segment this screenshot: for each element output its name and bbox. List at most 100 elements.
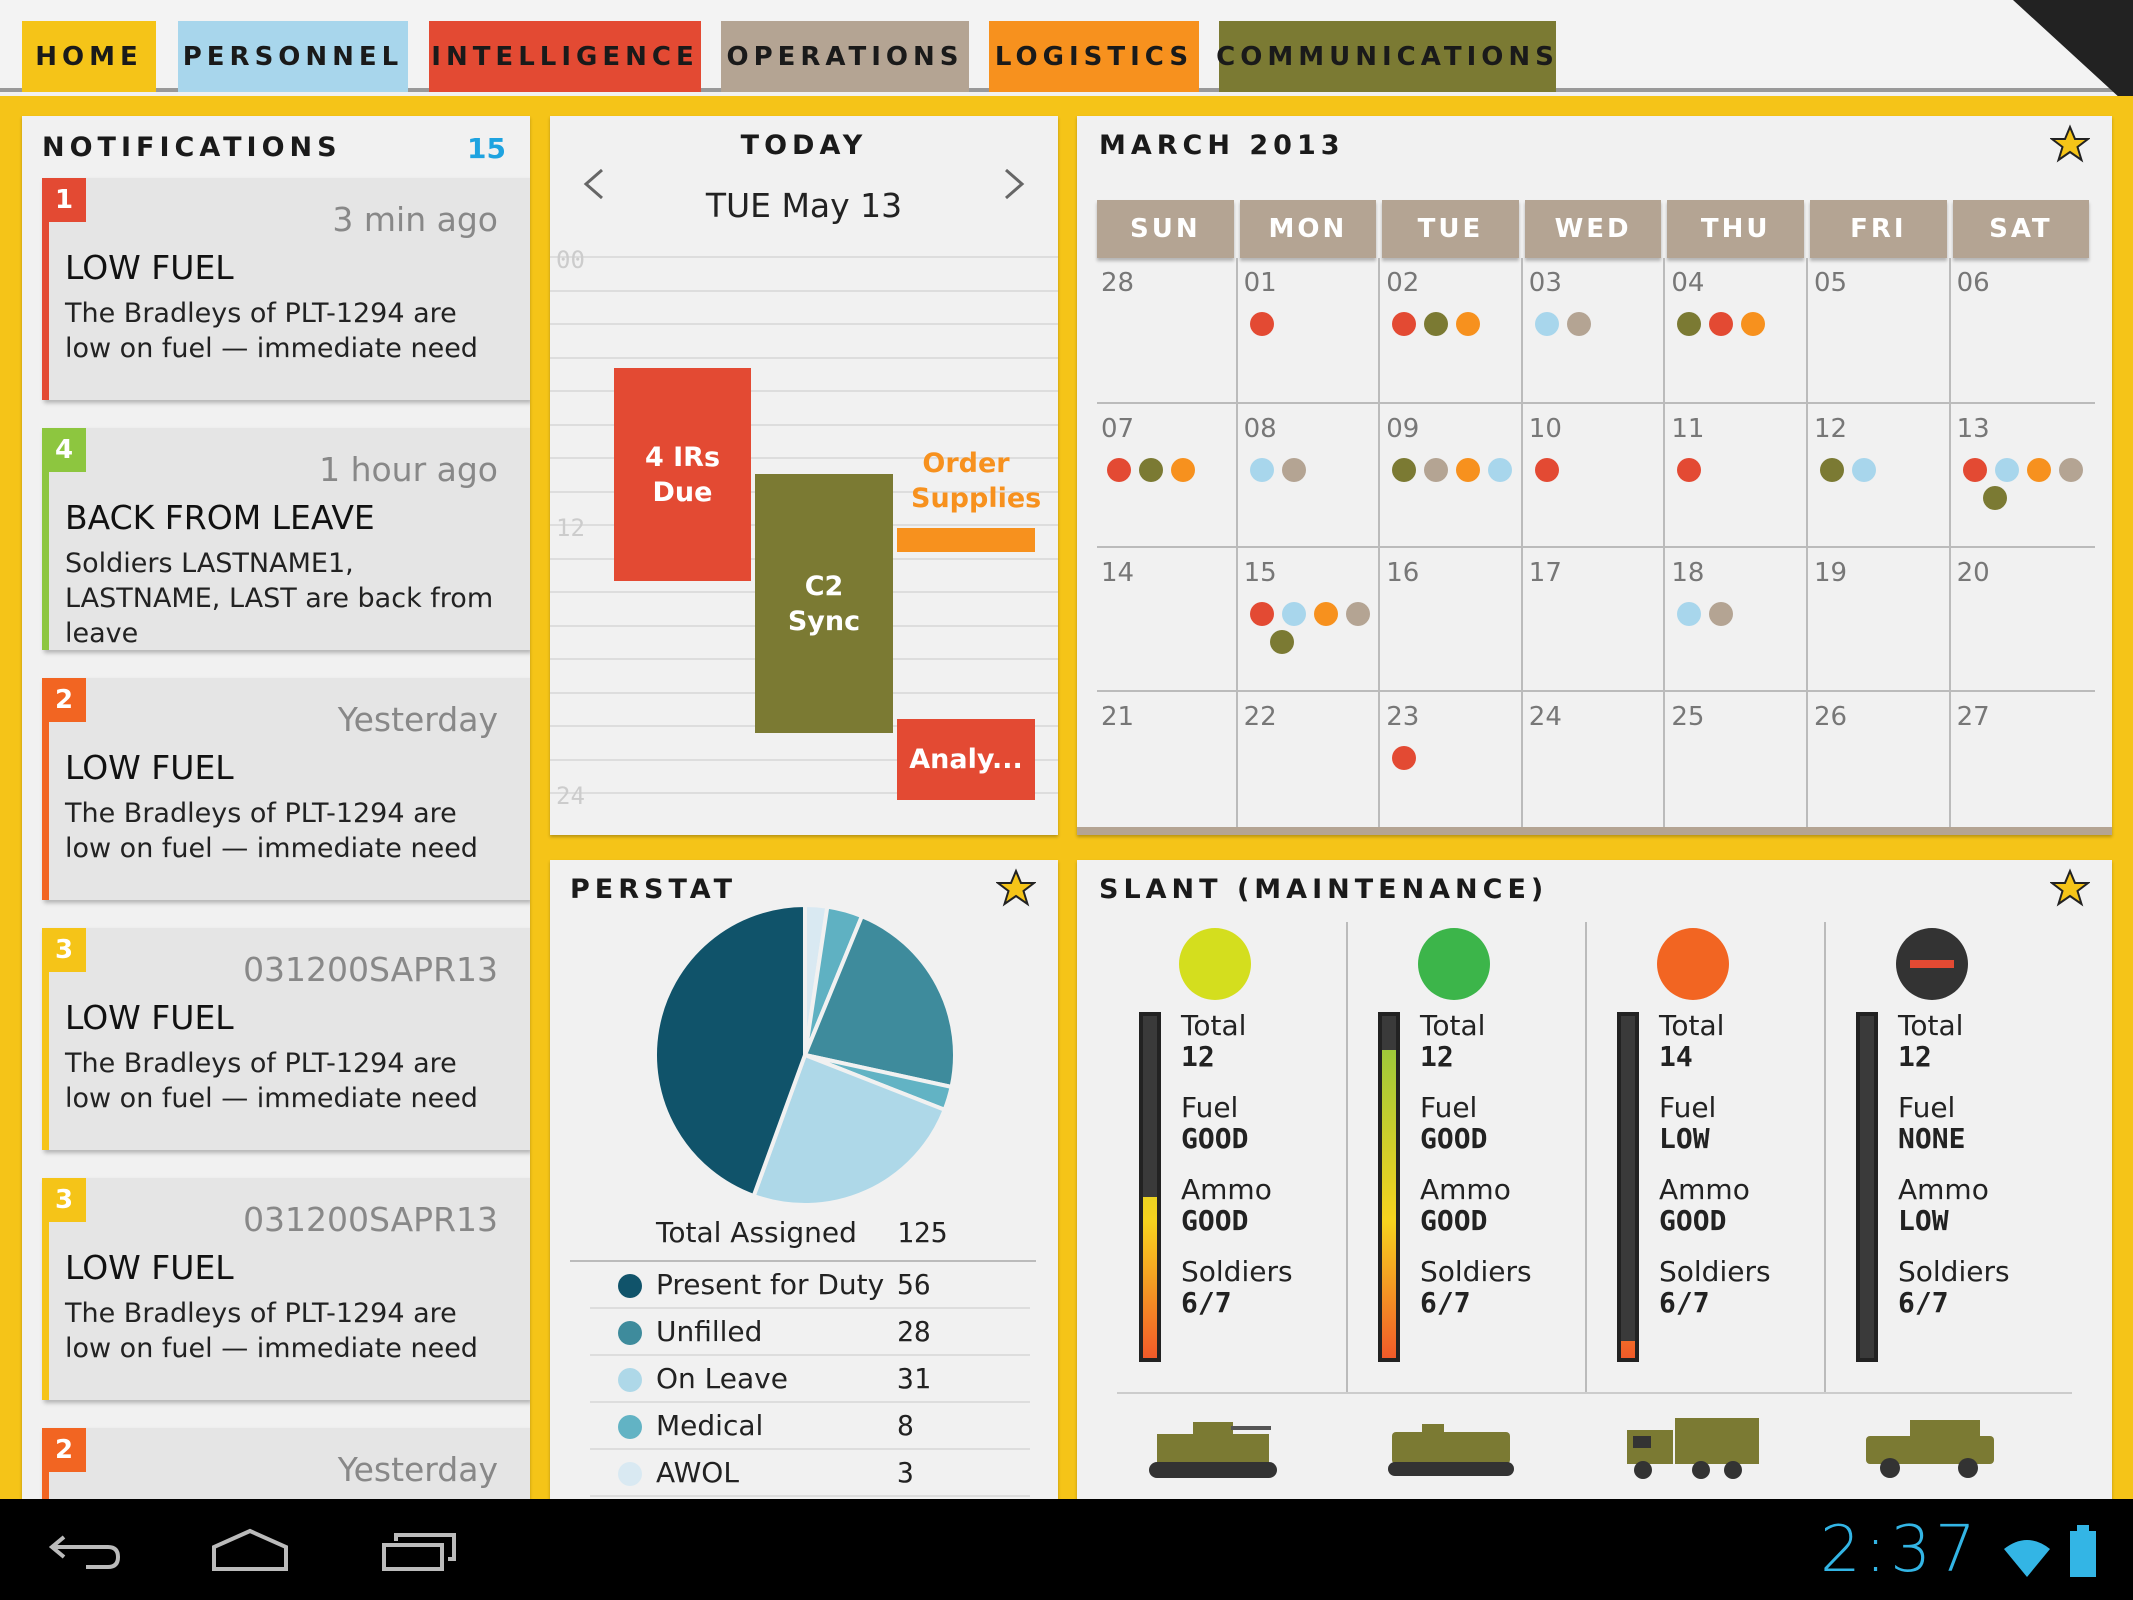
notification-card[interactable]: 2 Yesterday (42, 1428, 530, 1506)
event-4-irs-due[interactable]: 4 IRs Due (614, 368, 751, 581)
tab-intelligence[interactable]: INTELLIGENCE (429, 21, 701, 92)
event-dot (1820, 458, 1844, 482)
calendar-day-cell[interactable]: 11 (1667, 404, 1806, 548)
perstat-row[interactable]: Medical 8 (590, 1403, 1030, 1450)
slant-value: GOOD (1659, 1204, 1727, 1237)
calendar-day-cell[interactable]: 02 (1382, 258, 1521, 402)
tab-communications[interactable]: COMMUNICATIONS (1216, 21, 1556, 92)
calendar-day-cell[interactable]: 23 (1382, 692, 1521, 827)
slant-total: Total 14 (1659, 1010, 1724, 1072)
notification-card[interactable]: 4 1 hour ago BACK FROM LEAVE Soldiers LASTN… (42, 428, 530, 650)
calendar-day-number: 06 (1956, 268, 1990, 298)
calendar-day-cell[interactable]: 21 (1097, 692, 1236, 827)
perstat-row-label: On Leave (656, 1362, 788, 1395)
slant-unit[interactable]: Total 12 Fuel NONE Ammo LOW Soldiers 6/7 (1824, 860, 2076, 1510)
star-icon[interactable] (996, 868, 1036, 908)
event-dot (2058, 458, 2083, 482)
notification-card[interactable]: 3 031200SAPR13 LOW FUEL The Bradleys of PLT… (42, 1178, 530, 1400)
notification-card[interactable]: 2 Yesterday LOW FUEL The Bradleys of PLT-12… (42, 678, 530, 900)
calendar-day-cell[interactable]: 27 (1953, 692, 2092, 827)
calendar-day-number: 22 (1243, 702, 1277, 732)
slant-value: 12 (1420, 1040, 1454, 1073)
event-dot (1852, 458, 1876, 482)
slant-total: Total 12 (1898, 1010, 1963, 1072)
calendar-day-cell[interactable]: 13 (1953, 404, 2092, 548)
calendar-day-cell[interactable]: 08 (1240, 404, 1379, 548)
slant-soldiers: Soldiers 6/7 (1898, 1256, 2010, 1318)
perstat-row[interactable]: Unfilled 28 (590, 1309, 1030, 1356)
divider (1117, 1392, 2072, 1394)
legend-dot (618, 1321, 642, 1345)
slant-unit[interactable]: Total 14 Fuel LOW Ammo GOOD Soldiers 6/7 (1585, 860, 1837, 1510)
calendar-day-cell[interactable]: 28 (1097, 258, 1236, 402)
calendar-day-cell[interactable]: 05 (1810, 258, 1949, 402)
calendar-day-cell[interactable]: 22 (1240, 692, 1379, 827)
event-dot (2026, 458, 2051, 482)
tab-bar: HOME PERSONNEL INTELLIGENCE OPERATIONS L… (0, 0, 2133, 110)
calendar-day-number: 05 (1814, 268, 1848, 298)
calendar-day-cell[interactable]: 09 (1382, 404, 1521, 548)
slant-value: 12 (1181, 1040, 1215, 1073)
home-icon[interactable] (210, 1527, 290, 1573)
calendar-day-number: 25 (1671, 702, 1705, 732)
calendar-day-cell[interactable]: 01 (1240, 258, 1379, 402)
calendar-day-cell[interactable]: 26 (1810, 692, 1949, 827)
slant-unit[interactable]: Total 12 Fuel GOOD Ammo GOOD Soldiers 6/7 (1139, 860, 1359, 1510)
event-dot (1313, 602, 1338, 626)
tab-home[interactable]: HOME (22, 21, 156, 92)
perstat-row[interactable]: AWOL 3 (590, 1450, 1030, 1497)
total-assigned-value: 125 (897, 1216, 948, 1249)
calendar-day-cell[interactable]: 18 (1667, 548, 1806, 692)
event-dot (1982, 486, 2007, 510)
perstat-row[interactable]: On Leave 31 (590, 1356, 1030, 1403)
event-c2-sync[interactable]: C2 Sync (755, 474, 893, 733)
calendar-day-number: 04 (1671, 268, 1705, 298)
slant-ammo: Ammo LOW (1898, 1174, 1989, 1236)
calendar-day-cell[interactable]: 20 (1953, 548, 2092, 692)
calendar-day-number: 26 (1814, 702, 1848, 732)
calendar-day-cell[interactable]: 06 (1953, 258, 2092, 402)
notification-card[interactable]: 3 031200SAPR13 LOW FUEL The Bradleys of PLT… (42, 928, 530, 1150)
calendar-day-cell[interactable]: 10 (1525, 404, 1664, 548)
notification-time: 031200SAPR13 (243, 1200, 498, 1239)
tab-operations[interactable]: OPERATIONS (721, 21, 969, 92)
recent-apps-icon[interactable] (380, 1529, 460, 1573)
event-dot (1424, 312, 1449, 336)
tab-personnel[interactable]: PERSONNEL (178, 21, 408, 92)
calendar-day-number: 20 (1956, 558, 1990, 588)
calendar-day-cell[interactable]: 12 (1810, 404, 1949, 548)
event-order-supplies-bar[interactable] (897, 528, 1035, 552)
calendar-day-cell[interactable]: 14 (1097, 548, 1236, 692)
perstat-row-label: Medical (656, 1409, 764, 1442)
slant-value: 14 (1659, 1040, 1693, 1073)
calendar-day-cell[interactable]: 16 (1382, 548, 1521, 692)
tab-logistics[interactable]: LOGISTICS (989, 21, 1199, 92)
back-icon[interactable] (46, 1529, 122, 1571)
event-analysis[interactable]: Analy... (897, 719, 1035, 800)
calendar-day-cell[interactable]: 17 (1525, 548, 1664, 692)
slant-unit[interactable]: Total 12 Fuel GOOD Ammo GOOD Soldiers 6/7 (1346, 860, 1598, 1510)
calendar-day-cell[interactable]: 04 (1667, 258, 1806, 402)
column-divider (1824, 922, 1826, 1394)
calendar-title: MARCH 2013 (1099, 130, 1345, 161)
calendar-day-cell[interactable]: 24 (1525, 692, 1664, 827)
clock: 2:37 (1820, 1513, 1980, 1587)
event-dot (1741, 312, 1766, 336)
notification-card[interactable]: 1 3 min ago LOW FUEL The Bradleys of PLT-12… (42, 178, 530, 400)
event-order-supplies[interactable]: Order Supplies (896, 446, 1041, 516)
star-icon[interactable] (2050, 124, 2090, 164)
slant-total: Total 12 (1420, 1010, 1485, 1072)
calendar-day-header: SUN (1097, 200, 1234, 258)
notification-badge: 1 (42, 178, 86, 222)
calendar-day-cell[interactable]: 25 (1667, 692, 1806, 827)
calendar-day-cell[interactable]: 19 (1810, 548, 1949, 692)
event-dot (1107, 458, 1131, 482)
slant-fuel: Fuel LOW (1659, 1092, 1716, 1154)
calendar-day-cell[interactable]: 15 (1240, 548, 1379, 692)
calendar-day-number: 10 (1528, 414, 1562, 444)
event-dot (1139, 458, 1163, 482)
calendar-day-cell[interactable]: 03 (1525, 258, 1664, 402)
perstat-row[interactable]: Present for Duty 56 (590, 1262, 1030, 1309)
calendar-day-cell[interactable]: 07 (1097, 404, 1236, 548)
slant-value: GOOD (1420, 1122, 1488, 1155)
